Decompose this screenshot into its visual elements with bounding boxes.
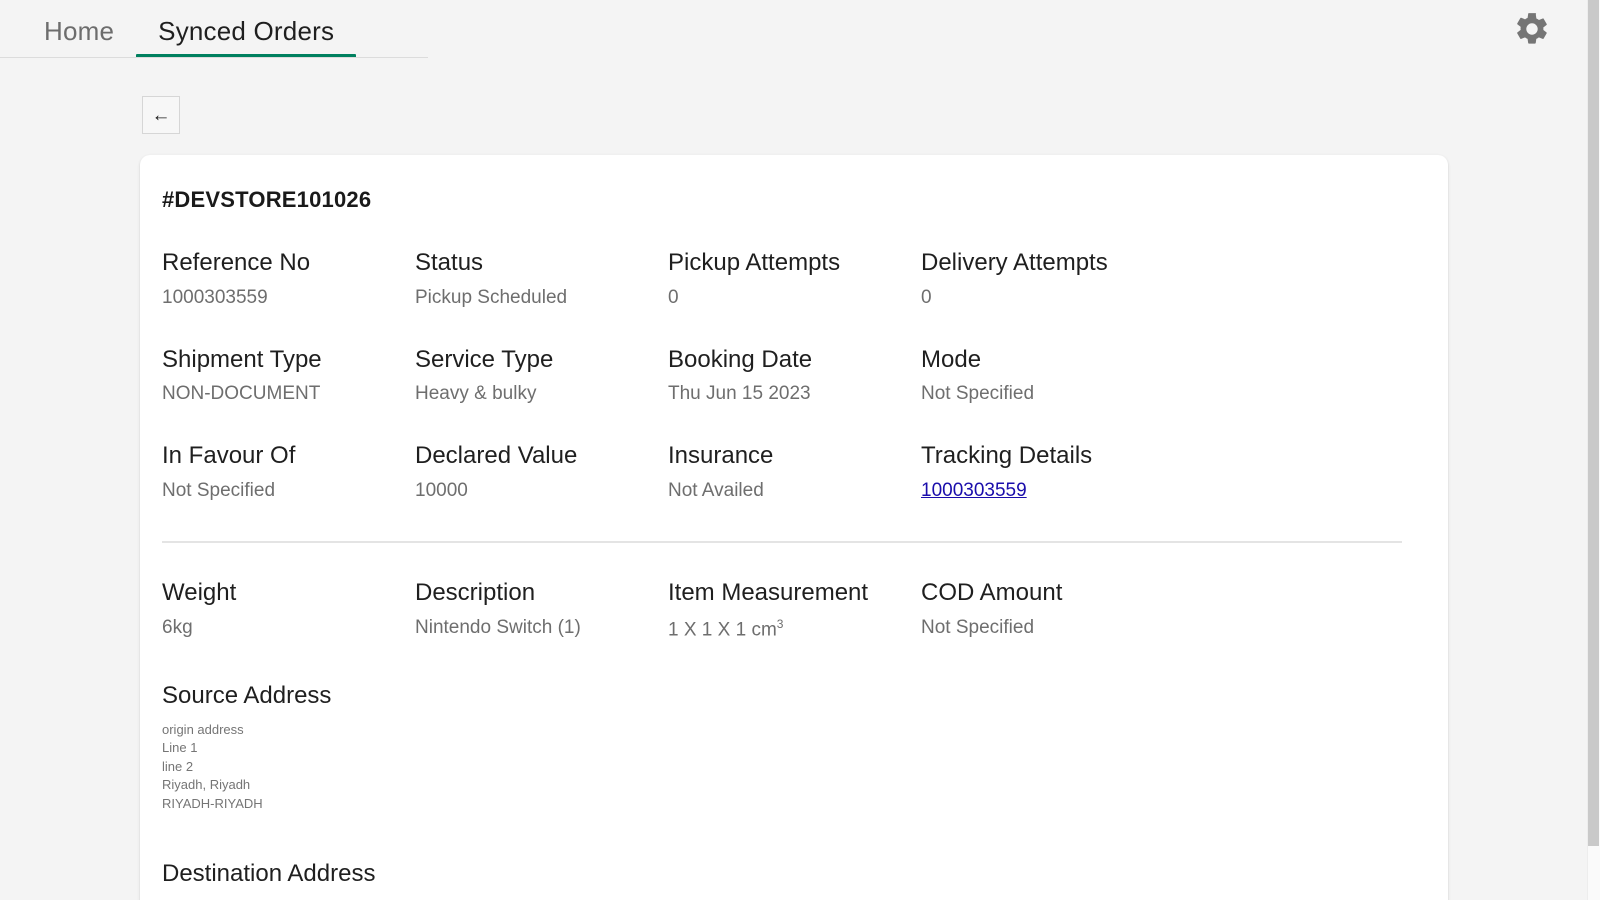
measurement-exponent: 3 [777,617,784,631]
field-reference-no: Reference No 1000303559 [162,249,415,310]
page-scrollbar[interactable] [1587,0,1600,900]
field-value: 6kg [162,617,415,640]
field-in-favour-of: In Favour Of Not Specified [162,442,415,503]
field-item-measurement: Item Measurement 1 X 1 X 1 cm3 [668,579,921,642]
field-label: Description [415,579,668,608]
detail-row: Shipment Type NON-DOCUMENT Service Type … [162,346,1424,407]
field-service-type: Service Type Heavy & bulky [415,346,668,407]
destination-address-title: Destination Address [162,860,1424,889]
destination-address-block: Destination Address [162,860,1424,889]
tab-home-label: Home [44,16,114,46]
tab-synced-orders-label: Synced Orders [158,16,334,46]
field-label: Item Measurement [668,579,921,608]
source-address-block: Source Address origin address Line 1 lin… [162,682,1424,813]
address-line: origin address [162,721,1424,740]
field-cod-amount: COD Amount Not Specified [921,579,1174,642]
gear-icon [1513,10,1551,48]
tab-home[interactable]: Home [22,18,136,58]
field-value: 0 [921,287,1174,310]
field-value: Heavy & bulky [415,383,668,406]
field-label: Mode [921,346,1174,375]
field-pickup-attempts: Pickup Attempts 0 [668,249,921,310]
field-label: Declared Value [415,442,668,471]
field-weight: Weight 6kg [162,579,415,642]
field-label: COD Amount [921,579,1174,608]
detail-row: Weight 6kg Description Nintendo Switch (… [162,579,1424,642]
field-insurance: Insurance Not Availed [668,442,921,503]
field-label: Insurance [668,442,921,471]
address-line: RIYADH-RIYADH [162,795,1424,814]
field-value: Not Availed [668,480,921,503]
field-label: Reference No [162,249,415,278]
field-value: 1000303559 [921,480,1174,503]
back-button[interactable]: ← [142,96,180,134]
scrollbar-thumb[interactable] [1588,0,1599,846]
field-label: Status [415,249,668,278]
field-delivery-attempts: Delivery Attempts 0 [921,249,1174,310]
field-label: Booking Date [668,346,921,375]
measurement-text: 1 X 1 X 1 cm [668,619,777,640]
field-value: Nintendo Switch (1) [415,617,668,640]
tracking-number-link[interactable]: 1000303559 [921,480,1027,501]
field-description: Description Nintendo Switch (1) [415,579,668,642]
address-line: line 2 [162,758,1424,777]
order-detail-card: #DEVSTORE101026 Reference No 1000303559 … [140,155,1448,900]
field-value: 1 X 1 X 1 cm3 [668,617,921,642]
field-value: Thu Jun 15 2023 [668,383,921,406]
field-label: Pickup Attempts [668,249,921,278]
source-address-lines: origin address Line 1 line 2 Riyadh, Riy… [162,721,1424,814]
field-tracking-details: Tracking Details 1000303559 [921,442,1174,503]
top-tab-bar: Home Synced Orders [0,0,356,58]
order-id-title: #DEVSTORE101026 [162,187,1424,213]
detail-row: Reference No 1000303559 Status Pickup Sc… [162,249,1424,310]
field-value: 0 [668,287,921,310]
field-mode: Mode Not Specified [921,346,1174,407]
field-value: 1000303559 [162,287,415,310]
field-booking-date: Booking Date Thu Jun 15 2023 [668,346,921,407]
field-label: Tracking Details [921,442,1174,471]
address-line: Line 1 [162,739,1424,758]
field-value: Not Specified [921,383,1174,406]
field-label: Service Type [415,346,668,375]
tab-synced-orders[interactable]: Synced Orders [136,18,356,58]
address-line: Riyadh, Riyadh [162,776,1424,795]
field-value: Pickup Scheduled [415,287,668,310]
field-value: Not Specified [921,617,1174,640]
field-value: Not Specified [162,480,415,503]
detail-row: In Favour Of Not Specified Declared Valu… [162,442,1424,503]
source-address-title: Source Address [162,682,1424,711]
field-shipment-type: Shipment Type NON-DOCUMENT [162,346,415,407]
field-label: Weight [162,579,415,608]
field-value: 10000 [415,480,668,503]
tab-bar-divider [0,57,428,58]
field-label: Delivery Attempts [921,249,1174,278]
field-value: NON-DOCUMENT [162,383,415,406]
section-divider [162,541,1402,543]
field-label: In Favour Of [162,442,415,471]
settings-button[interactable] [1510,7,1554,51]
arrow-left-icon: ← [152,106,171,125]
field-status: Status Pickup Scheduled [415,249,668,310]
field-label: Shipment Type [162,346,415,375]
field-declared-value: Declared Value 10000 [415,442,668,503]
